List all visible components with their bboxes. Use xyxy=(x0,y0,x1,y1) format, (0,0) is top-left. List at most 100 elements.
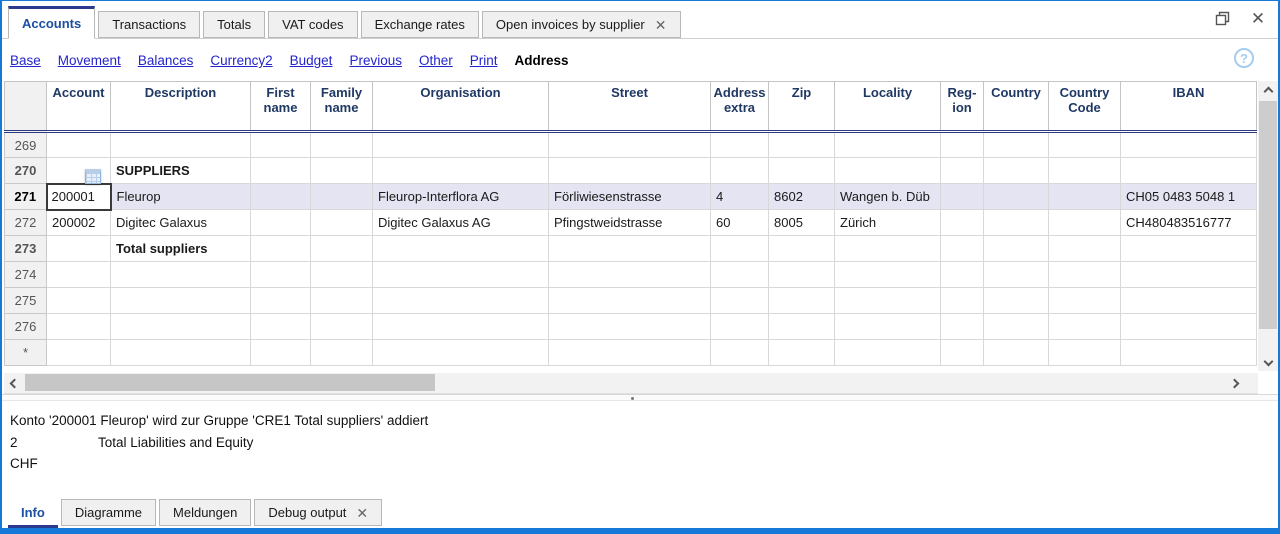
cell-locality[interactable]: Zürich xyxy=(834,209,941,236)
cell-address_extra[interactable] xyxy=(710,313,769,340)
cell-family_name[interactable] xyxy=(310,209,373,236)
cell-country_code[interactable] xyxy=(1048,209,1121,236)
column-header-zip[interactable]: Zip xyxy=(768,81,835,133)
cell-street[interactable]: Förliwiesenstrasse xyxy=(548,183,711,210)
cell-country_code[interactable] xyxy=(1048,131,1121,158)
column-header-locality[interactable]: Locality xyxy=(834,81,941,133)
cell-iban[interactable] xyxy=(1120,313,1257,340)
cell-zip[interactable] xyxy=(768,157,835,184)
cell-street[interactable] xyxy=(548,313,711,340)
document-tab-vat-codes[interactable]: VAT codes xyxy=(268,11,358,38)
cell-address_extra[interactable] xyxy=(710,235,769,262)
row-number[interactable]: 273 xyxy=(4,235,47,262)
cell-zip[interactable]: 8005 xyxy=(768,209,835,236)
column-header-address_extra[interactable]: Address extra xyxy=(710,81,769,133)
cell-iban[interactable] xyxy=(1120,261,1257,288)
cell-street[interactable] xyxy=(548,157,711,184)
cell-description[interactable]: Total suppliers xyxy=(110,235,251,262)
cell-country[interactable] xyxy=(983,261,1049,288)
cell-country_code[interactable] xyxy=(1048,235,1121,262)
cell-region[interactable] xyxy=(940,209,984,236)
cell-country_code[interactable] xyxy=(1048,157,1121,184)
cell-family_name[interactable] xyxy=(310,183,373,210)
document-tab-exchange-rates[interactable]: Exchange rates xyxy=(360,11,479,38)
cell-organisation[interactable]: Digitec Galaxus AG xyxy=(372,209,549,236)
horizontal-scrollbar[interactable] xyxy=(4,373,1258,394)
column-header-account[interactable]: Account xyxy=(46,81,111,133)
cell-account[interactable] xyxy=(46,313,111,340)
row-number[interactable]: 271 xyxy=(4,183,47,210)
cell-country_code[interactable] xyxy=(1048,261,1121,288)
row-number[interactable]: 270 xyxy=(4,157,47,184)
cell-locality[interactable] xyxy=(834,235,941,262)
cell-street[interactable] xyxy=(548,235,711,262)
cell-street[interactable] xyxy=(548,287,711,314)
cell-family_name[interactable] xyxy=(310,131,373,158)
cell-iban[interactable] xyxy=(1120,131,1257,158)
cell-family_name[interactable] xyxy=(310,261,373,288)
cell-country[interactable] xyxy=(983,287,1049,314)
cell-account[interactable]: 200001 xyxy=(45,182,112,211)
cell-locality[interactable]: Wangen b. Düb xyxy=(834,183,941,210)
column-header-description[interactable]: Description xyxy=(110,81,251,133)
cell-organisation[interactable] xyxy=(372,131,549,158)
view-link-currency2[interactable]: Currency2 xyxy=(210,53,272,68)
cell-address_extra[interactable] xyxy=(710,261,769,288)
cell-organisation[interactable] xyxy=(372,287,549,314)
cell-first_name[interactable] xyxy=(250,339,311,366)
document-tab-accounts[interactable]: Accounts xyxy=(8,6,96,39)
cell-zip[interactable] xyxy=(768,287,835,314)
cell-region[interactable] xyxy=(940,235,984,262)
bottom-tab-debug-output[interactable]: Debug output ✕ xyxy=(254,499,383,526)
cell-description[interactable] xyxy=(110,287,251,314)
cell-street[interactable] xyxy=(548,339,711,366)
cell-zip[interactable]: 8602 xyxy=(768,183,835,210)
view-link-balances[interactable]: Balances xyxy=(138,53,194,68)
cell-region[interactable] xyxy=(940,339,984,366)
panel-splitter[interactable] xyxy=(2,394,1278,401)
cell-account[interactable] xyxy=(46,235,111,262)
restore-window-icon[interactable] xyxy=(1214,10,1230,26)
cell-zip[interactable] xyxy=(768,261,835,288)
column-header-country[interactable]: Country xyxy=(983,81,1049,133)
cell-country[interactable] xyxy=(983,131,1049,158)
cell-region[interactable] xyxy=(940,261,984,288)
horizontal-scrollbar-thumb[interactable] xyxy=(25,374,435,391)
vertical-scrollbar-thumb[interactable] xyxy=(1259,101,1277,329)
document-tab-open-invoices-by-supplier[interactable]: Open invoices by supplier ✕ xyxy=(481,11,681,38)
cell-locality[interactable] xyxy=(834,313,941,340)
cell-locality[interactable] xyxy=(834,131,941,158)
cell-region[interactable] xyxy=(940,157,984,184)
cell-iban[interactable] xyxy=(1120,287,1257,314)
column-header-region[interactable]: Reg-ion xyxy=(940,81,984,133)
cell-region[interactable] xyxy=(940,287,984,314)
cell-country_code[interactable] xyxy=(1048,287,1121,314)
cell-address_extra[interactable] xyxy=(710,287,769,314)
scroll-down-icon[interactable] xyxy=(1258,351,1278,371)
cell-zip[interactable] xyxy=(768,313,835,340)
column-header-country_code[interactable]: Country Code xyxy=(1048,81,1121,133)
cell-first_name[interactable] xyxy=(250,261,311,288)
cell-iban[interactable] xyxy=(1120,157,1257,184)
tab-close-icon[interactable]: ✕ xyxy=(356,506,368,520)
cell-iban[interactable]: CH05 0483 5048 1 xyxy=(1120,183,1257,210)
cell-account[interactable] xyxy=(46,287,111,314)
cell-address_extra[interactable] xyxy=(710,157,769,184)
bottom-tab-meldungen[interactable]: Meldungen xyxy=(159,499,252,526)
row-number[interactable]: 275 xyxy=(4,287,47,314)
cell-organisation[interactable] xyxy=(372,235,549,262)
cell-first_name[interactable] xyxy=(250,183,311,210)
column-header-organisation[interactable]: Organisation xyxy=(372,81,549,133)
cell-country_code[interactable] xyxy=(1048,313,1121,340)
cell-country[interactable] xyxy=(983,157,1049,184)
cell-first_name[interactable] xyxy=(250,235,311,262)
view-link-base[interactable]: Base xyxy=(10,53,41,68)
cell-country[interactable] xyxy=(983,209,1049,236)
cell-country[interactable] xyxy=(983,183,1049,210)
column-header-street[interactable]: Street xyxy=(548,81,711,133)
cell-description[interactable]: Fleurop xyxy=(110,183,251,210)
cell-account[interactable] xyxy=(46,339,111,366)
cell-account[interactable] xyxy=(46,261,111,288)
cell-organisation[interactable]: Fleurop-Interflora AG xyxy=(372,183,549,210)
row-number[interactable]: 272 xyxy=(4,209,47,236)
